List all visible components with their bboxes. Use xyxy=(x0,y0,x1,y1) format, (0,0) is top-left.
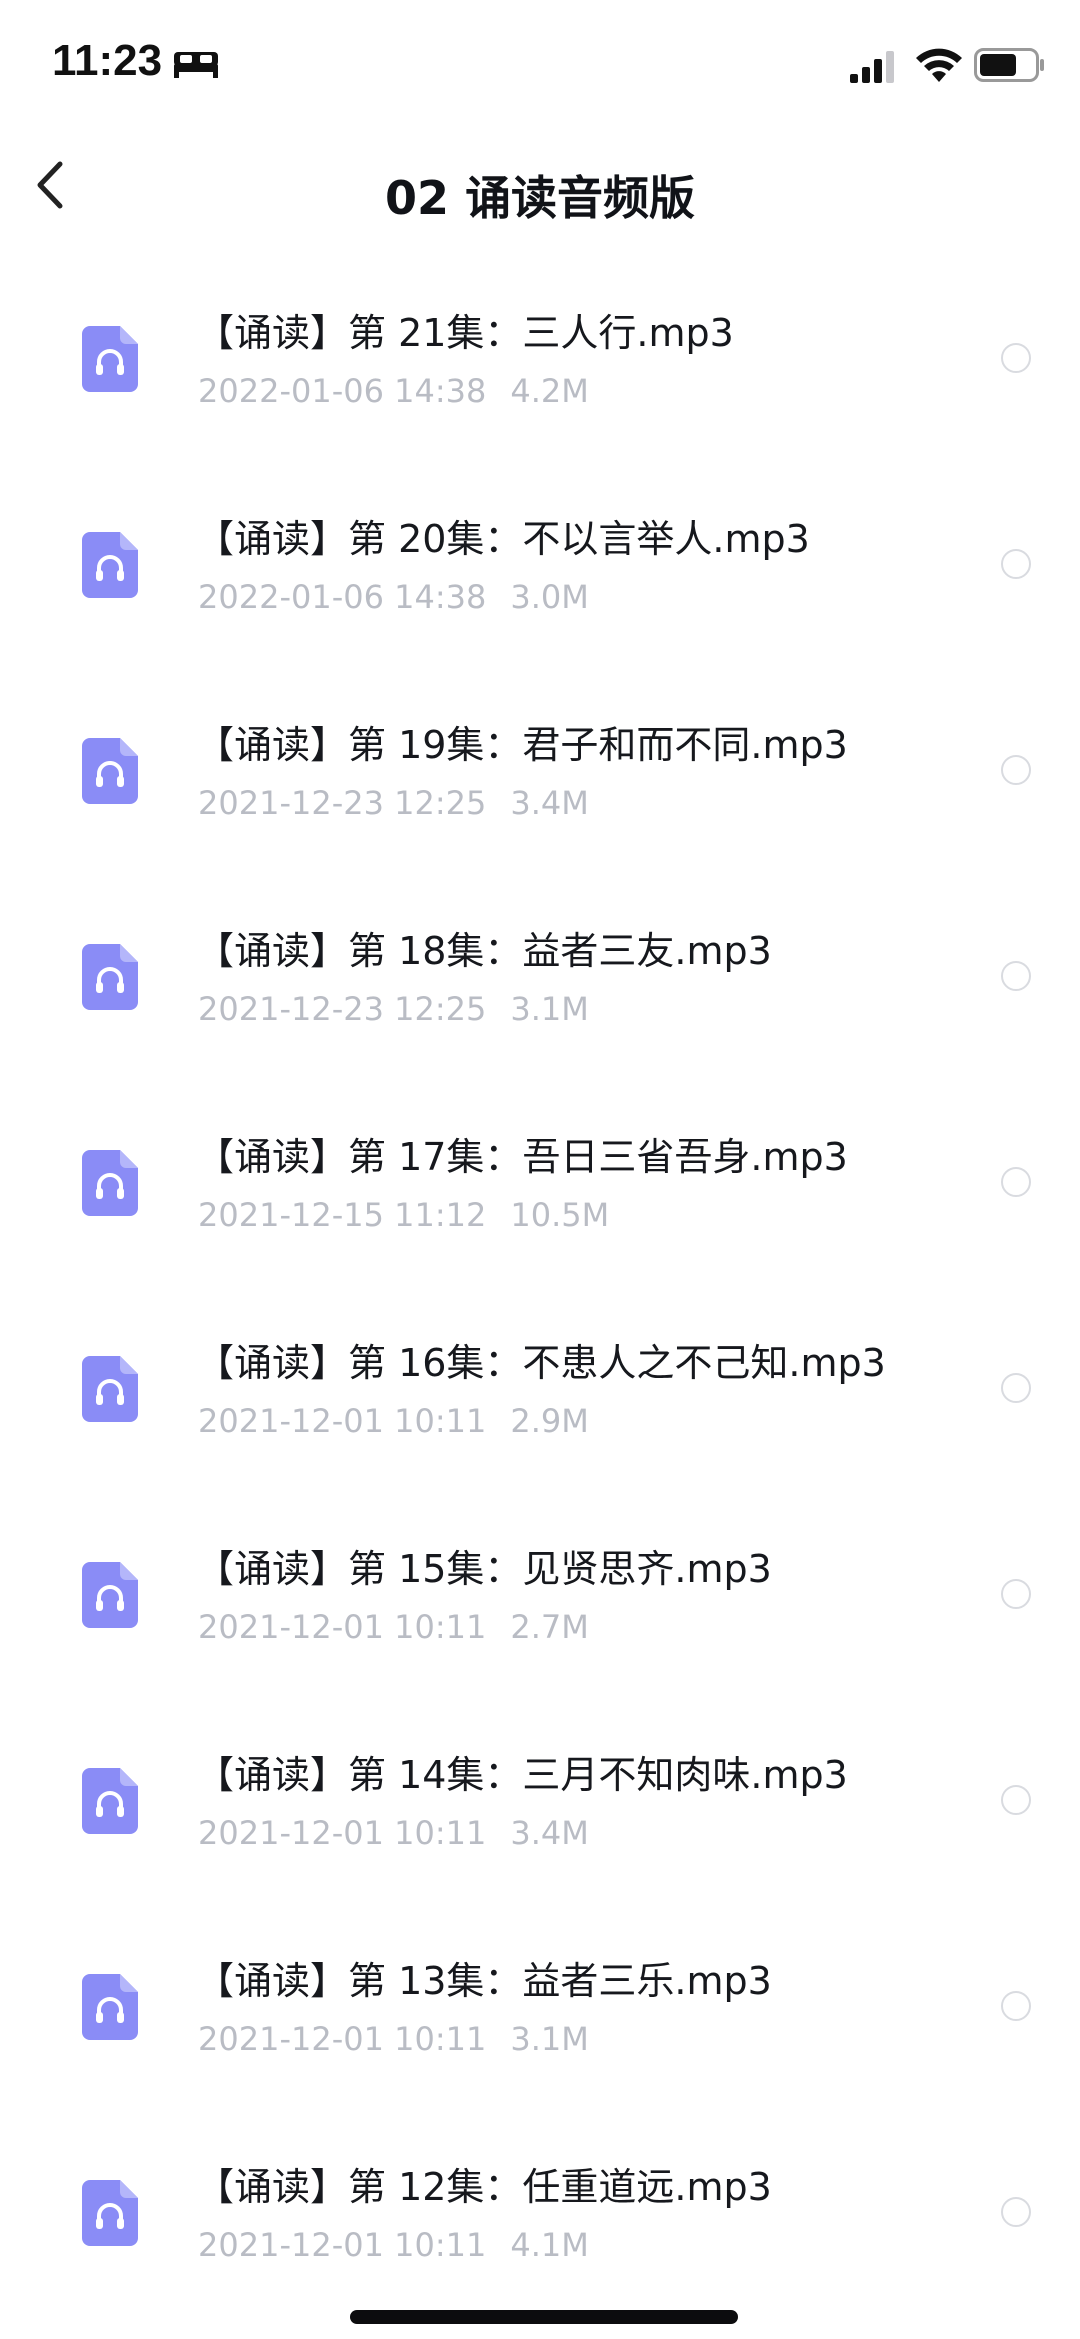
file-date: 2021-12-15 11:12 xyxy=(198,1196,487,1234)
select-radio[interactable] xyxy=(1001,961,1031,991)
audio-file-icon xyxy=(82,1974,138,2040)
file-meta: 2021-12-15 11:12 10.5M xyxy=(198,1196,609,1234)
file-name: 【诵读】第 18集：益者三友.mp3 xyxy=(196,929,772,973)
file-date: 2021-12-01 10:11 xyxy=(198,1402,487,1440)
list-item[interactable]: 【诵读】第 13集：益者三乐.mp3 2021-12-01 10:11 3.1M xyxy=(0,1912,1080,2118)
audio-file-icon xyxy=(82,1356,138,1422)
file-name: 【诵读】第 13集：益者三乐.mp3 xyxy=(196,1959,772,2003)
home-indicator xyxy=(350,2310,738,2324)
file-meta: 2021-12-01 10:11 2.9M xyxy=(198,1402,589,1440)
signal-icon xyxy=(850,51,894,83)
list-item[interactable]: 【诵读】第 16集：不患人之不己知.mp3 2021-12-01 10:11 2.… xyxy=(0,1294,1080,1500)
select-radio[interactable] xyxy=(1001,1167,1031,1197)
file-size: 10.5M xyxy=(510,1196,610,1234)
status-bar: 11:23 xyxy=(0,0,1080,132)
audio-file-icon xyxy=(82,532,138,598)
page-title: 02 诵读音频版 xyxy=(384,171,696,225)
wifi-icon xyxy=(916,48,962,82)
file-meta: 2021-12-01 10:11 3.4M xyxy=(198,1814,589,1852)
audio-file-icon xyxy=(82,326,138,392)
audio-file-icon xyxy=(82,2180,138,2246)
audio-file-icon xyxy=(82,1150,138,1216)
list-item[interactable]: 【诵读】第 12集：任重道远.mp3 2021-12-01 10:11 4.1M xyxy=(0,2118,1080,2324)
file-date: 2021-12-01 10:11 xyxy=(198,1608,487,1646)
file-meta: 2021-12-01 10:11 3.1M xyxy=(198,2020,589,2058)
file-name: 【诵读】第 14集：三月不知肉味.mp3 xyxy=(196,1753,848,1797)
file-size: 4.2M xyxy=(510,372,589,410)
list-item[interactable]: 【诵读】第 18集：益者三友.mp3 2021-12-23 12:25 3.1M xyxy=(0,882,1080,1088)
file-size: 2.7M xyxy=(510,1608,589,1646)
list-item[interactable]: 【诵读】第 19集：君子和而不同.mp3 2021-12-23 12:25 3.4… xyxy=(0,676,1080,882)
list-item[interactable]: 【诵读】第 15集：见贤思齐.mp3 2021-12-01 10:11 2.7M xyxy=(0,1500,1080,1706)
file-list: 【诵读】第 21集：三人行.mp3 2022-01-06 14:38 4.2M 【… xyxy=(0,264,1080,2324)
file-name: 【诵读】第 20集：不以言举人.mp3 xyxy=(196,517,810,561)
audio-file-icon xyxy=(82,1562,138,1628)
file-meta: 2021-12-23 12:25 3.4M xyxy=(198,784,589,822)
file-name: 【诵读】第 19集：君子和而不同.mp3 xyxy=(196,723,848,767)
audio-file-icon xyxy=(82,1768,138,1834)
file-size: 3.1M xyxy=(510,2020,589,2058)
select-radio[interactable] xyxy=(1001,1373,1031,1403)
file-date: 2021-12-23 12:25 xyxy=(198,990,487,1028)
select-radio[interactable] xyxy=(1001,1991,1031,2021)
file-size: 3.4M xyxy=(510,784,589,822)
file-date: 2021-12-01 10:11 xyxy=(198,2020,487,2058)
file-size: 3.4M xyxy=(510,1814,589,1852)
list-item[interactable]: 【诵读】第 21集：三人行.mp3 2022-01-06 14:38 4.2M xyxy=(0,264,1080,470)
bed-icon xyxy=(174,52,218,78)
file-size: 3.1M xyxy=(510,990,589,1028)
file-name: 【诵读】第 12集：任重道远.mp3 xyxy=(196,2165,772,2209)
select-radio[interactable] xyxy=(1001,2197,1031,2227)
list-item[interactable]: 【诵读】第 17集：吾日三省吾身.mp3 2021-12-15 11:12 10.… xyxy=(0,1088,1080,1294)
file-meta: 2022-01-06 14:38 4.2M xyxy=(198,372,589,410)
file-meta: 2021-12-01 10:11 4.1M xyxy=(198,2226,589,2264)
file-date: 2021-12-01 10:11 xyxy=(198,1814,487,1852)
file-size: 2.9M xyxy=(510,1402,589,1440)
audio-file-icon xyxy=(82,738,138,804)
file-name: 【诵读】第 21集：三人行.mp3 xyxy=(196,311,734,355)
file-date: 2021-12-23 12:25 xyxy=(198,784,487,822)
select-radio[interactable] xyxy=(1001,755,1031,785)
nav-bar: 02 诵读音频版 xyxy=(0,140,1080,250)
file-date: 2022-01-06 14:38 xyxy=(198,578,487,616)
select-radio[interactable] xyxy=(1001,1785,1031,1815)
file-name: 【诵读】第 15集：见贤思齐.mp3 xyxy=(196,1547,772,1591)
file-size: 3.0M xyxy=(510,578,589,616)
audio-file-icon xyxy=(82,944,138,1010)
file-name: 【诵读】第 16集：不患人之不己知.mp3 xyxy=(196,1341,886,1385)
file-meta: 2022-01-06 14:38 3.0M xyxy=(198,578,589,616)
select-radio[interactable] xyxy=(1001,549,1031,579)
file-meta: 2021-12-01 10:11 2.7M xyxy=(198,1608,589,1646)
file-name: 【诵读】第 17集：吾日三省吾身.mp3 xyxy=(196,1135,848,1179)
select-radio[interactable] xyxy=(1001,343,1031,373)
battery-icon xyxy=(974,48,1044,82)
list-item[interactable]: 【诵读】第 14集：三月不知肉味.mp3 2021-12-01 10:11 3.4… xyxy=(0,1706,1080,1912)
file-meta: 2021-12-23 12:25 3.1M xyxy=(198,990,589,1028)
select-radio[interactable] xyxy=(1001,1579,1031,1609)
status-time: 11:23 xyxy=(52,36,163,85)
file-date: 2022-01-06 14:38 xyxy=(198,372,487,410)
list-item[interactable]: 【诵读】第 20集：不以言举人.mp3 2022-01-06 14:38 3.0M xyxy=(0,470,1080,676)
file-date: 2021-12-01 10:11 xyxy=(198,2226,487,2264)
file-size: 4.1M xyxy=(510,2226,589,2264)
